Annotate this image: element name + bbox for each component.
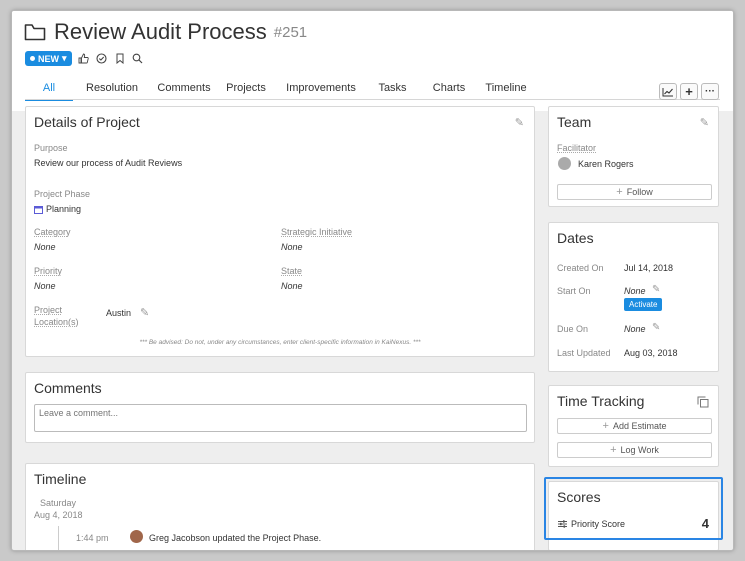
facilitator-label: Facilitator — [557, 143, 597, 153]
log-work-button[interactable]: + Log Work — [557, 442, 712, 458]
tab-charts[interactable]: Charts — [418, 77, 480, 101]
tab-bar: All Resolution Comments Projects Improve… — [25, 77, 532, 101]
follow-button[interactable]: + Follow — [557, 184, 712, 200]
details-heading: Details of Project — [34, 114, 140, 130]
chevron-down-icon: ▾ — [62, 53, 67, 63]
team-card: Team ✎ Facilitator Karen Rogers + Follow — [548, 106, 719, 207]
category-value: None — [34, 242, 56, 252]
plus-icon: + — [602, 420, 609, 432]
status-button[interactable]: NEW ▾ — [25, 51, 72, 66]
timeline-time: 1:44 pm — [76, 533, 109, 543]
add-icon[interactable]: + — [680, 83, 698, 100]
app-window: Review Audit Process #251 NEW ▾ All Reso… — [11, 10, 734, 551]
title-row: Review Audit Process #251 — [24, 19, 307, 45]
phase-value: Planning — [46, 204, 82, 214]
scores-highlight — [544, 477, 723, 540]
check-circle-icon[interactable] — [96, 53, 108, 65]
start-label: Start On — [557, 286, 591, 296]
copy-icon[interactable] — [697, 396, 709, 408]
team-heading: Team — [557, 114, 592, 130]
location-label-line1: Project — [34, 305, 63, 315]
status-dot-icon — [30, 56, 35, 61]
edit-pencil-icon[interactable]: ✎ — [515, 116, 524, 129]
initiative-label: Strategic Initiative — [281, 227, 353, 237]
thumbs-up-icon[interactable] — [78, 53, 90, 65]
tab-divider — [25, 99, 720, 100]
tab-all[interactable]: All — [25, 77, 73, 101]
comment-input[interactable] — [34, 404, 527, 432]
plus-icon: + — [616, 186, 623, 198]
tab-resolution[interactable]: Resolution — [73, 77, 151, 101]
timeline-card: Timeline Saturday Aug 4, 2018 1:44 pm Gr… — [25, 463, 535, 550]
add-estimate-button[interactable]: + Add Estimate — [557, 418, 712, 434]
priority-value: None — [34, 281, 56, 291]
zoom-icon[interactable] — [132, 53, 144, 65]
details-card: Details of Project ✎ Purpose Review our … — [25, 106, 535, 357]
comments-heading: Comments — [34, 380, 102, 396]
timeline-day: Saturday — [40, 498, 77, 508]
dates-heading: Dates — [557, 230, 594, 246]
more-icon[interactable]: ··· — [701, 83, 719, 100]
activate-button[interactable]: Activate — [624, 298, 663, 311]
follow-label: Follow — [626, 187, 653, 197]
state-label: State — [281, 266, 303, 276]
tab-improvements[interactable]: Improvements — [275, 77, 367, 101]
phase-label: Project Phase — [34, 189, 91, 199]
calendar-icon — [34, 205, 43, 214]
action-bar: NEW ▾ — [25, 51, 144, 66]
bookmark-icon[interactable] — [114, 53, 126, 65]
avatar — [130, 530, 143, 543]
item-number: #251 — [273, 23, 308, 41]
initiative-value: None — [281, 242, 303, 252]
timeline-rail — [58, 526, 59, 550]
status-label: NEW — [38, 53, 59, 64]
state-value: None — [281, 281, 303, 291]
plus-icon: + — [610, 444, 617, 456]
edit-location-icon[interactable]: ✎ — [140, 306, 149, 319]
toolbar: + ··· — [659, 83, 719, 100]
location-value: Austin — [106, 308, 132, 318]
created-value: Jul 14, 2018 — [624, 263, 674, 273]
tab-comments[interactable]: Comments — [151, 77, 217, 101]
due-label: Due On — [557, 324, 589, 334]
timeline-entry: Greg Jacobson updated the Project Phase. — [149, 533, 322, 543]
due-value: None — [624, 324, 646, 334]
phase-value-row: Planning — [34, 204, 81, 214]
purpose-label: Purpose — [34, 143, 68, 153]
purpose-value: Review our process of Audit Reviews — [34, 158, 183, 168]
edit-start-icon[interactable]: ✎ — [652, 284, 660, 295]
time-tracking-card: Time Tracking + Add Estimate + Log Work — [548, 385, 719, 467]
timeline-date: Aug 4, 2018 — [34, 510, 83, 520]
facilitator-name[interactable]: Karen Rogers — [578, 159, 634, 169]
created-label: Created On — [557, 263, 604, 273]
tab-projects[interactable]: Projects — [217, 77, 275, 101]
chart-icon[interactable] — [659, 83, 677, 100]
priority-label: Priority — [34, 266, 63, 276]
header: Review Audit Process #251 NEW ▾ All Reso… — [12, 11, 733, 111]
edit-due-icon[interactable]: ✎ — [652, 322, 660, 333]
dates-card: Dates Created On Jul 14, 2018 Start On N… — [548, 222, 719, 372]
folder-icon — [24, 24, 46, 41]
updated-value: Aug 03, 2018 — [624, 348, 678, 358]
advisory-note: *** Be advised: Do not, under any circum… — [139, 339, 421, 346]
log-work-label: Log Work — [620, 445, 659, 455]
category-label: Category — [34, 227, 71, 237]
edit-team-icon[interactable]: ✎ — [700, 116, 709, 129]
updated-label: Last Updated — [557, 348, 611, 358]
page-title: Review Audit Process — [54, 19, 267, 44]
tab-timeline[interactable]: Timeline — [480, 77, 532, 101]
location-label-line2: Location(s) — [34, 317, 79, 327]
tab-tasks[interactable]: Tasks — [367, 77, 418, 101]
comments-card: Comments — [25, 372, 535, 443]
avatar — [558, 157, 571, 170]
add-estimate-label: Add Estimate — [612, 421, 667, 431]
start-value: None — [624, 286, 646, 296]
time-tracking-heading: Time Tracking — [557, 393, 645, 409]
timeline-heading: Timeline — [34, 471, 87, 487]
